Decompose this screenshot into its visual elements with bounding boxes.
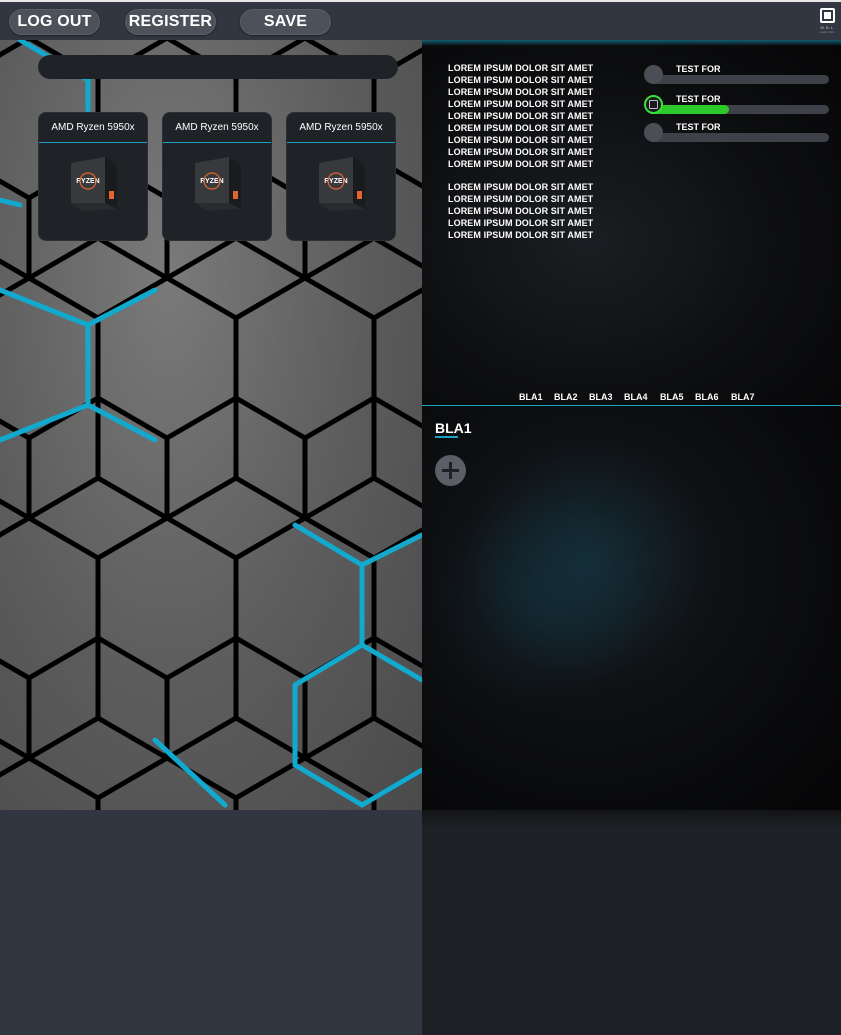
section-title: BLA1 — [435, 420, 472, 436]
slider-handle[interactable] — [644, 123, 663, 142]
tab-bla4[interactable]: BLA4 — [624, 392, 648, 402]
info-line: LOREM IPSUM DOLOR SIT AMET — [448, 147, 594, 157]
left-footer-area — [0, 810, 422, 1035]
slider-label: TEST FOR — [676, 94, 721, 104]
info-line: LOREM IPSUM DOLOR SIT AMET — [448, 99, 594, 109]
info-line: LOREM IPSUM DOLOR SIT AMET — [448, 230, 594, 240]
info-line: LOREM IPSUM DOLOR SIT AMET — [448, 218, 594, 228]
search-input[interactable] — [38, 55, 398, 79]
slider-track[interactable] — [648, 133, 829, 142]
plus-circle-icon[interactable] — [435, 455, 466, 486]
right-footer-area — [422, 810, 841, 1035]
tab-bla2[interactable]: BLA2 — [554, 392, 578, 402]
slider-handle[interactable] — [644, 65, 663, 84]
info-panel: LOREM IPSUM DOLOR SIT AMET LOREM IPSUM D… — [422, 40, 841, 406]
product-name: AMD Ryzen 5950x — [39, 113, 147, 143]
tab-bla5[interactable]: BLA5 — [660, 392, 684, 402]
amd-ryzen-box-image: RYZEN — [71, 157, 117, 211]
product-name: AMD Ryzen 5950x — [163, 113, 271, 143]
product-panel: AMD Ryzen 5950x RYZEN AMD Ryzen 5950x RY… — [0, 40, 422, 810]
tab-bla6[interactable]: BLA6 — [695, 392, 719, 402]
section-underline — [435, 436, 458, 438]
slider-track[interactable] — [648, 75, 829, 84]
register-button[interactable]: REGISTER — [125, 9, 216, 35]
tab-bar: BLA1 BLA2 BLA3 BLA4 BLA5 BLA6 BLA7 — [422, 392, 841, 406]
logo: M.B.L studio 2021 — [817, 8, 837, 36]
info-line: LOREM IPSUM DOLOR SIT AMET — [448, 75, 594, 85]
top-bar: LOG OUT REGISTER SAVE M.B.L studio 2021 — [0, 0, 841, 40]
slider-label: TEST FOR — [676, 64, 721, 74]
slider-handle[interactable] — [644, 95, 663, 114]
info-line: LOREM IPSUM DOLOR SIT AMET — [448, 135, 594, 145]
tab-content-panel — [422, 406, 841, 810]
info-line: LOREM IPSUM DOLOR SIT AMET — [448, 159, 594, 169]
tab-bla1[interactable]: BLA1 — [519, 392, 543, 402]
save-button[interactable]: SAVE — [240, 9, 331, 35]
logo-subtext: studio 2021 — [819, 30, 835, 34]
info-line: LOREM IPSUM DOLOR SIT AMET — [448, 63, 594, 73]
amd-ryzen-box-image: RYZEN — [195, 157, 241, 211]
info-line: LOREM IPSUM DOLOR SIT AMET — [448, 87, 594, 97]
info-line: LOREM IPSUM DOLOR SIT AMET — [448, 123, 594, 133]
tab-bla3[interactable]: BLA3 — [589, 392, 613, 402]
info-line: LOREM IPSUM DOLOR SIT AMET — [448, 194, 594, 204]
product-name: AMD Ryzen 5950x — [287, 113, 395, 143]
slider-track[interactable] — [648, 105, 829, 114]
product-card[interactable]: AMD Ryzen 5950x RYZEN — [286, 112, 396, 241]
info-line: LOREM IPSUM DOLOR SIT AMET — [448, 182, 594, 192]
tab-bla7[interactable]: BLA7 — [731, 392, 755, 402]
slider-label: TEST FOR — [676, 122, 721, 132]
logout-button[interactable]: LOG OUT — [9, 9, 100, 35]
amd-ryzen-box-image: RYZEN — [319, 157, 365, 211]
product-card[interactable]: AMD Ryzen 5950x RYZEN — [38, 112, 148, 241]
info-line: LOREM IPSUM DOLOR SIT AMET — [448, 206, 594, 216]
product-card[interactable]: AMD Ryzen 5950x RYZEN — [162, 112, 272, 241]
logo-mark-icon — [819, 8, 835, 23]
info-line: LOREM IPSUM DOLOR SIT AMET — [448, 111, 594, 121]
